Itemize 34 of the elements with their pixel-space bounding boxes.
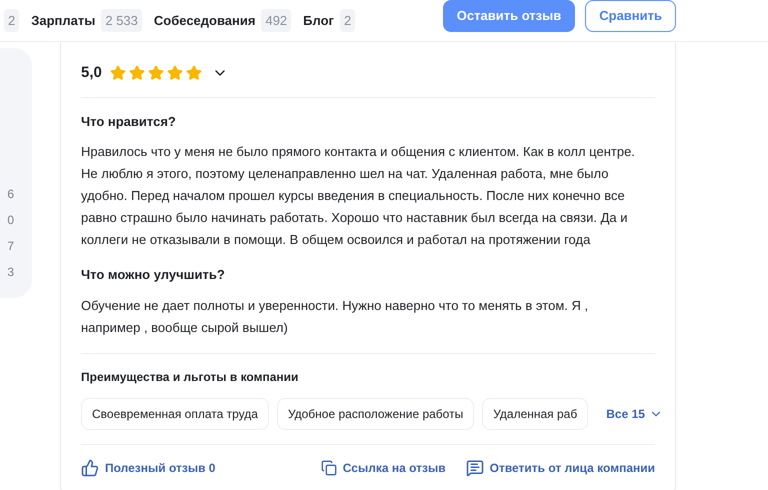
copy-icon	[320, 460, 337, 476]
nav-count: 2	[4, 8, 20, 32]
nav-count: 2 533	[101, 8, 142, 32]
benefit-tag: Своевременная оплата труда	[81, 398, 269, 430]
helpful-button[interactable]: Полезный отзыв 0	[81, 458, 216, 476]
section-text: Нравилось что у меня не было прямого контакта и общения с клиентом. Как в колл центре. Не люблю я этого, поэтому целенаправленно шел на чат. Удаленная работа, мне было удобно. Перед началом прошел курсы введения в специальность. После них конечно все равно страшно было начинать работать. Хорошо что наставник был всегда на связи. Да и коллеги не отказывали в помощи. В общем освоился и работал на протяжении года	[81, 143, 636, 249]
section-title: Что можно улучшить?	[81, 266, 226, 284]
star-icon	[110, 65, 126, 82]
nav-count: 492	[261, 8, 292, 32]
nav-link[interactable]: Блог	[303, 10, 334, 30]
show-all-button[interactable]: Все 15	[606, 404, 663, 422]
count-text: 0	[7, 212, 14, 228]
reply-button[interactable]: Ответить от лица компании	[466, 458, 655, 476]
rating-value: 5,0	[81, 63, 102, 83]
count-text: 3	[7, 264, 14, 280]
nav-link[interactable]: Собеседования	[154, 10, 256, 30]
count-text: 7	[7, 238, 14, 254]
leave-review-button[interactable]: Оставить отзыв	[442, 0, 576, 32]
copy-link-button[interactable]: Ссылка на отзыв	[320, 458, 446, 476]
star-icon	[148, 65, 164, 82]
comment-icon	[466, 458, 484, 476]
compare-button[interactable]: Сравнить	[585, 0, 676, 32]
thumbs-up-icon	[81, 458, 99, 476]
nav-count: 2	[340, 8, 356, 32]
star-icon	[186, 65, 202, 82]
benefit-tag: Удобное расположение работы	[276, 398, 474, 430]
benefit-tag: Удаленная раб	[482, 398, 588, 430]
benefits-title: Преимущества и льготы в компании	[81, 368, 300, 386]
section-text: Обучение не дает полноты и уверенности. Нужно наверно что то менять в этом. Я , например , вообще сырой вышел)	[81, 296, 590, 337]
nav-link[interactable]: Зарплаты	[31, 10, 96, 30]
count-text: 6	[7, 186, 14, 202]
star-icon	[128, 65, 145, 82]
section-title: Что нравится?	[81, 112, 177, 131]
star-icon	[166, 65, 183, 82]
